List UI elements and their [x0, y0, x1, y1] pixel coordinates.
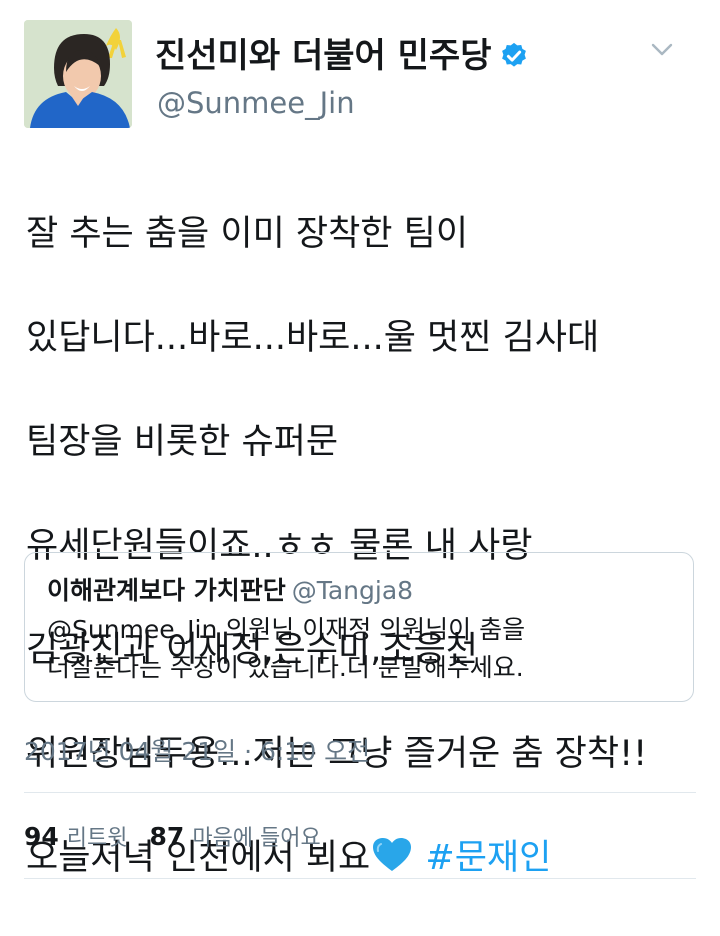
likes-count: 87: [149, 822, 185, 851]
quote-line: 더잘춘다는 주장이 있습니다.더 분발해주세요.: [47, 653, 524, 682]
retweets-label: 리트윗: [66, 826, 128, 851]
avatar-photo: [24, 20, 132, 128]
quote-text: @Sunmee_Jin 의원님 이재정 의원님이 춤을 더잘춘다는 주장이 있습…: [47, 611, 677, 687]
quoted-tweet[interactable]: 이해관계보다 가치판단 @Tangja8 @Sunmee_Jin 의원님 이재정 …: [24, 552, 694, 702]
divider: [24, 792, 696, 793]
tweet-line: 있답니다...바로...바로...울 멋찐 김사대: [26, 318, 600, 358]
divider: [24, 878, 696, 879]
quote-author-name: 이해관계보다 가치판단: [47, 576, 286, 605]
tweet-timestamp: 2017년 04월 21일 · 6:10 오전: [24, 737, 371, 766]
retweets-count: 94: [24, 822, 59, 851]
tweet-header: 진선미와 더불어 민주당 @Sunmee_Jin: [24, 20, 696, 130]
tweet-line: 팀장을 비롯한 슈퍼문: [26, 422, 339, 462]
tweet-stats: 94 리트윗 87 마음에 들어요: [24, 820, 343, 852]
chevron-down-icon[interactable]: [650, 38, 674, 62]
quote-author-handle: @Tangja8: [291, 576, 414, 605]
retweets-stat[interactable]: 94 리트윗: [24, 820, 150, 852]
avatar[interactable]: [24, 20, 132, 128]
username[interactable]: @Sunmee_Jin: [157, 86, 355, 120]
likes-label: 마음에 들어요: [192, 826, 321, 851]
tweet-line: 잘 추는 춤을 이미 장착한 팀이: [26, 214, 469, 254]
hashtag-link[interactable]: #문재인: [425, 838, 551, 878]
display-name[interactable]: 진선미와 더불어 민주당: [155, 34, 491, 78]
verified-badge-icon: [502, 42, 527, 67]
likes-stat[interactable]: 87 마음에 들어요: [150, 820, 343, 852]
quote-line: @Sunmee_Jin 의원님 이재정 의원님이 춤을: [47, 615, 526, 644]
quote-header: 이해관계보다 가치판단 @Tangja8: [47, 571, 413, 607]
tweet-text: 잘 추는 춤을 이미 장착한 팀이 있답니다...바로...바로...울 멋찐 …: [26, 156, 706, 936]
blue-heart-icon: [373, 838, 412, 871]
display-name-row: 진선미와 더불어 민주당: [155, 34, 529, 78]
